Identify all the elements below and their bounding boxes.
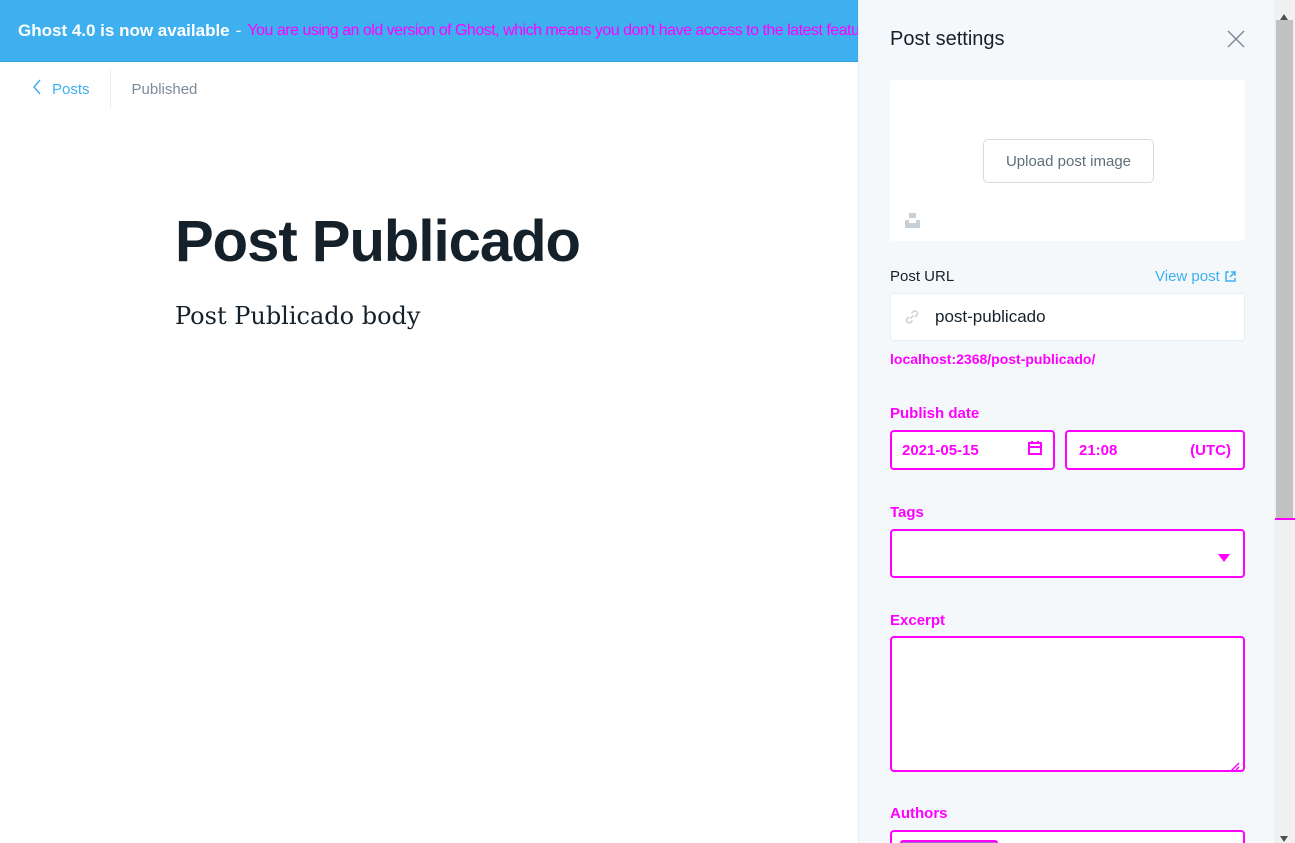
authors-label: Authors bbox=[890, 805, 948, 822]
post-settings-panel: Post settings Upload post image Post URL… bbox=[858, 0, 1274, 843]
editor-header: Posts Published bbox=[0, 62, 858, 117]
unsplash-icon[interactable] bbox=[904, 212, 921, 229]
excerpt-label: Excerpt bbox=[890, 612, 946, 629]
scrollbar-thumb[interactable] bbox=[1276, 20, 1293, 518]
authors-select[interactable] bbox=[890, 830, 1245, 843]
update-banner: Ghost 4.0 is now available - You are usi… bbox=[0, 0, 858, 62]
post-body[interactable]: Post Publicado body bbox=[175, 302, 420, 330]
time-value: 21:08 bbox=[1079, 441, 1118, 459]
close-icon[interactable] bbox=[1225, 28, 1247, 50]
banner-title: Ghost 4.0 is now available bbox=[18, 20, 230, 40]
post-status: Published bbox=[131, 81, 198, 98]
post-title[interactable]: Post Publicado bbox=[175, 208, 581, 275]
post-image-dropzone[interactable]: Upload post image bbox=[890, 80, 1245, 241]
resize-handle-icon[interactable] bbox=[1230, 757, 1240, 772]
excerpt-textarea[interactable] bbox=[890, 636, 1245, 772]
back-to-posts-link[interactable]: Posts bbox=[0, 70, 111, 109]
scroll-down-arrow-icon[interactable] bbox=[1279, 828, 1289, 842]
view-post-label: View post bbox=[1155, 268, 1220, 285]
url-preview: localhost:2368/post-publicado/ bbox=[890, 351, 1096, 367]
post-slug-value: post-publicado bbox=[935, 307, 1046, 326]
banner-separator: - bbox=[235, 21, 242, 40]
scrollbar-marker bbox=[1275, 518, 1295, 520]
tags-select[interactable] bbox=[890, 529, 1245, 578]
external-link-icon bbox=[1225, 271, 1236, 282]
back-link-label: Posts bbox=[52, 81, 90, 98]
calendar-icon[interactable] bbox=[1027, 440, 1043, 460]
view-post-link[interactable]: View post bbox=[1155, 268, 1236, 285]
publish-date-label: Publish date bbox=[890, 405, 980, 422]
link-icon bbox=[903, 308, 921, 326]
scrollbar[interactable] bbox=[1274, 0, 1295, 843]
post-url-field[interactable]: post-publicado bbox=[890, 293, 1245, 341]
post-url-label: Post URL bbox=[890, 268, 955, 285]
caret-down-icon[interactable] bbox=[1217, 548, 1231, 562]
publish-time-field[interactable]: 21:08 (UTC) bbox=[1065, 430, 1245, 470]
tags-label: Tags bbox=[890, 504, 924, 521]
publish-date-field[interactable]: 2021-05-15 bbox=[890, 430, 1055, 470]
scroll-up-arrow-icon[interactable] bbox=[1279, 6, 1289, 20]
timezone-label: (UTC) bbox=[1190, 441, 1231, 459]
chevron-left-icon bbox=[32, 79, 42, 100]
panel-title: Post settings bbox=[890, 28, 1005, 50]
upload-image-button[interactable]: Upload post image bbox=[983, 139, 1154, 183]
banner-message[interactable]: You are using an old version of Ghost, w… bbox=[247, 22, 858, 40]
date-value: 2021-05-15 bbox=[902, 441, 979, 459]
